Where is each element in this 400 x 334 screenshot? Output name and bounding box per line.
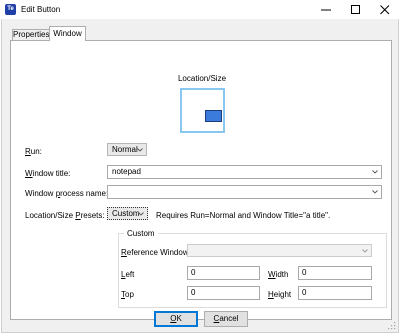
reference-window-label: Reference Window: [121, 248, 191, 257]
location-size-label: Location/Size [177, 74, 227, 83]
cancel-button[interactable]: Cancel [204, 311, 248, 327]
chevron-down-icon [137, 148, 143, 152]
custom-group-title: Custom [124, 229, 158, 238]
width-label: Width [268, 270, 289, 279]
window-title-label: Window title: [25, 169, 71, 178]
height-input[interactable]: 0 [298, 286, 372, 300]
run-label: Run: [25, 147, 42, 156]
top-input[interactable]: 0 [187, 286, 260, 300]
ok-button[interactable]: OK [154, 311, 198, 327]
height-label: Height [268, 290, 292, 299]
window-title-value: notepad [112, 167, 141, 176]
dialog-client: Properties Window Location/Size Run: Nor… [1, 20, 399, 333]
window-title-combo[interactable]: notepad [107, 165, 382, 179]
process-name-combo[interactable] [107, 185, 382, 199]
title-bar[interactable]: Te Edit Button [0, 0, 400, 20]
chevron-down-icon [372, 170, 378, 174]
tab-window[interactable]: Window [49, 26, 86, 41]
tab-properties[interactable]: Properties [12, 29, 50, 40]
preview-window-rect [205, 110, 222, 122]
left-label: Left [121, 270, 135, 279]
process-name-label: Window process name: [25, 189, 109, 198]
close-button[interactable] [370, 0, 400, 20]
reference-window-select[interactable] [187, 244, 372, 257]
chevron-down-icon [362, 249, 368, 253]
maximize-icon [351, 5, 360, 14]
window-title: Edit Button [21, 5, 61, 14]
chevron-down-icon [372, 190, 378, 194]
minimize-button[interactable] [311, 0, 341, 20]
left-input[interactable]: 0 [187, 266, 260, 280]
close-icon [380, 5, 390, 15]
chevron-down-icon [138, 212, 144, 216]
presets-select[interactable]: Custom [107, 207, 148, 220]
app-icon: Te [5, 4, 16, 15]
location-size-preview [180, 88, 225, 133]
run-select[interactable]: Normal [107, 143, 147, 156]
presets-note: Requires Run=Normal and Window Title="a … [156, 211, 331, 220]
maximize-button[interactable] [341, 0, 371, 20]
run-select-value: Normal [112, 145, 138, 154]
width-input[interactable]: 0 [298, 266, 372, 280]
minimize-icon [321, 9, 331, 11]
resize-grip-icon[interactable] [387, 321, 396, 330]
presets-label: Location/Size Presets: [25, 211, 105, 220]
presets-select-value: Custom [112, 209, 140, 218]
tab-panel-window: Location/Size Run: Normal Window title: … [10, 40, 392, 320]
top-label: Top [121, 290, 134, 299]
